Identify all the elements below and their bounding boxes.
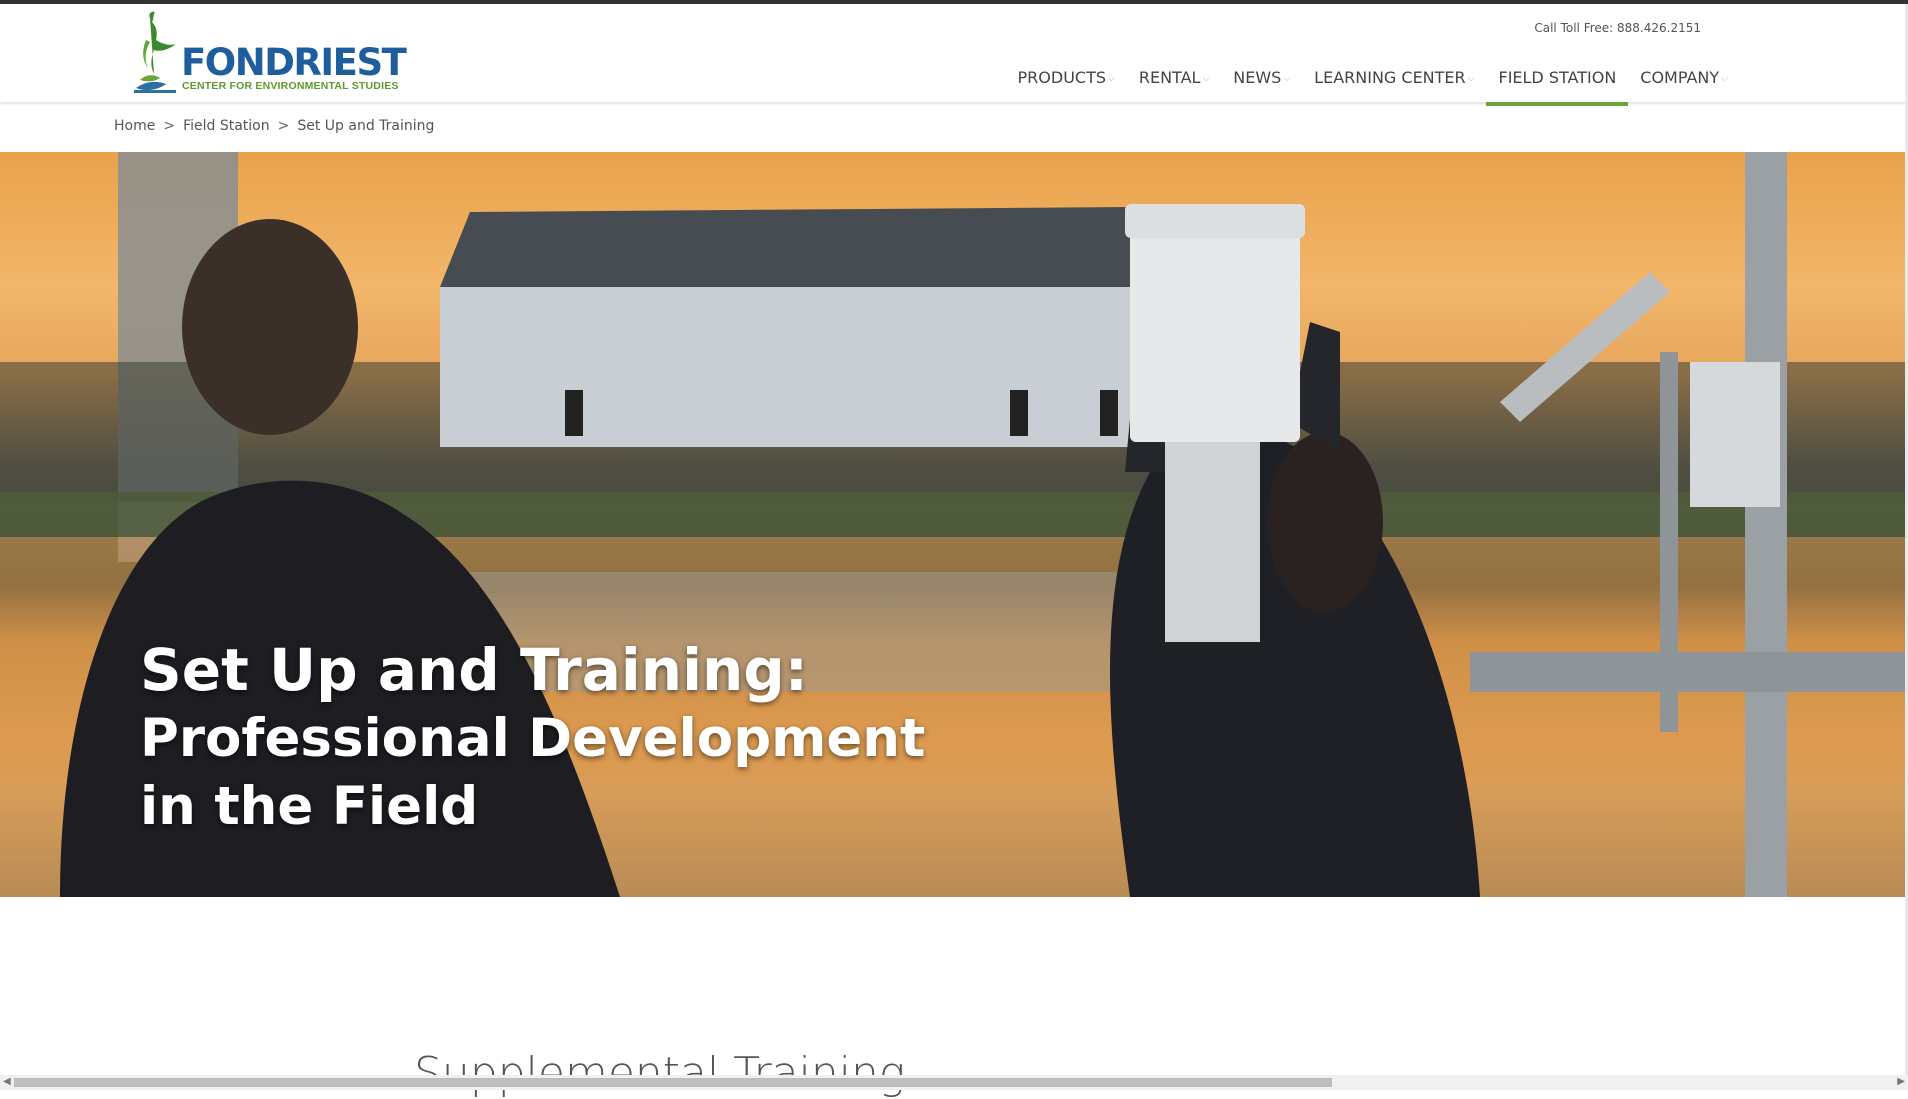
hero-title: Set Up and Training: Professional Develo… xyxy=(140,635,925,841)
main-nav: PRODUCTS ⌵ RENTAL ⌵ NEWS ⌵ LEARNING CENTER ⌵… xyxy=(1006,60,1740,106)
nav-label: PRODUCTS xyxy=(1017,68,1107,87)
hero-title-line1: Set Up and Training: xyxy=(140,636,808,704)
logo-wordmark: FONDRIEST xyxy=(181,41,407,84)
nav-label: RENTAL xyxy=(1138,68,1201,87)
scrollbar-thumb[interactable] xyxy=(14,1078,1332,1087)
nav-learning-center[interactable]: LEARNING CENTER ⌵ xyxy=(1302,60,1486,98)
chevron-down-icon: ⌵ xyxy=(1467,73,1475,84)
logo-tagline: CENTER FOR ENVIRONMENTAL STUDIES xyxy=(182,80,399,92)
chevron-down-icon: ⌵ xyxy=(1108,73,1115,84)
hero-title-line2: Professional Development xyxy=(140,708,926,769)
nav-company[interactable]: COMPANY ⌵ xyxy=(1628,60,1740,98)
chevron-down-icon: ⌵ xyxy=(1721,73,1728,84)
breadcrumb: Home > Field Station > Set Up and Traini… xyxy=(114,118,434,134)
nav-products[interactable]: PRODUCTS ⌵ xyxy=(1006,60,1127,98)
hero-banner: Set Up and Training: Professional Develo… xyxy=(0,152,1908,897)
breadcrumb-home[interactable]: Home xyxy=(114,118,155,134)
section-title: Supplemental Training xyxy=(414,1048,906,1099)
nav-label: COMPANY xyxy=(1640,68,1720,87)
hero-title-line3: in the Field xyxy=(140,776,479,837)
chevron-down-icon: ⌵ xyxy=(1283,73,1291,84)
horizontal-scrollbar[interactable]: ◀ ▶ xyxy=(0,1075,1908,1090)
nav-rental[interactable]: RENTAL ⌵ xyxy=(1127,60,1221,98)
nav-label: LEARNING CENTER xyxy=(1314,68,1466,87)
nav-field-station[interactable]: FIELD STATION xyxy=(1486,60,1629,106)
breadcrumb-separator: > xyxy=(163,118,176,134)
breadcrumb-current: Set Up and Training xyxy=(297,118,435,134)
breadcrumb-separator: > xyxy=(277,118,290,134)
scroll-right-icon[interactable]: ▶ xyxy=(1897,1076,1905,1087)
nav-label: FIELD STATION xyxy=(1498,68,1617,87)
breadcrumb-field-station[interactable]: Field Station xyxy=(183,118,270,134)
toll-free-phone[interactable]: Call Toll Free: 888.426.2151 xyxy=(1534,21,1701,35)
nav-label: NEWS xyxy=(1233,68,1282,87)
site-header: FONDRIEST CENTER FOR ENVIRONMENTAL STUDI… xyxy=(0,4,1908,106)
scroll-left-icon[interactable]: ◀ xyxy=(3,1076,11,1087)
nav-news[interactable]: NEWS ⌵ xyxy=(1221,60,1302,98)
chevron-down-icon: ⌵ xyxy=(1202,73,1210,84)
site-logo[interactable]: FONDRIEST CENTER FOR ENVIRONMENTAL STUDI… xyxy=(132,10,407,96)
